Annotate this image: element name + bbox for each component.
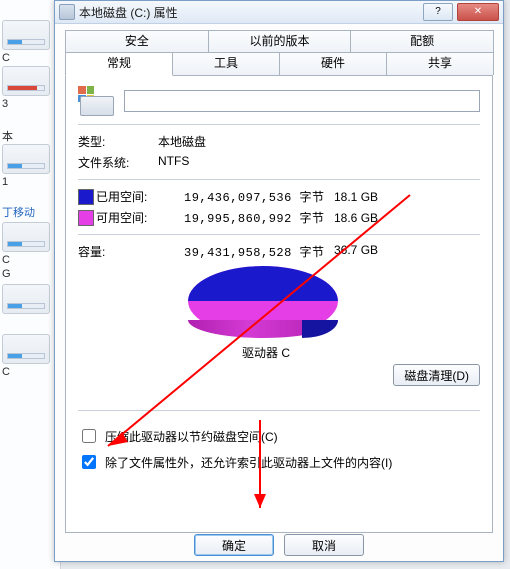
compress-checkbox-row[interactable]: 压缩此驱动器以节约磁盘空间(C): [78, 426, 480, 446]
index-checkbox-row[interactable]: 除了文件属性外，还允许索引此驱动器上文件的内容(I): [78, 452, 480, 472]
free-gb: 18.6 GB: [334, 211, 394, 225]
tab-previous-versions[interactable]: 以前的版本: [208, 30, 352, 53]
capacity-label: 容量:: [78, 243, 184, 260]
ok-button[interactable]: 确定: [194, 534, 274, 556]
usage-pie-chart: 驱动器 C: [78, 266, 480, 354]
used-swatch: [78, 189, 94, 205]
tab-general[interactable]: 常规: [65, 52, 173, 76]
tab-row-secondary: 安全 以前的版本 配额: [65, 30, 493, 53]
used-gb: 18.1 GB: [334, 190, 394, 204]
drive-titlebar-icon: [59, 4, 75, 20]
capacity-bytes: 39,431,958,528 字节: [184, 243, 334, 260]
tab-row-primary: 常规 工具 硬件 共享: [65, 52, 493, 76]
capacity-gb: 36.7 GB: [334, 243, 394, 260]
type-value: 本地磁盘: [158, 133, 480, 150]
filesystem-value: NTFS: [158, 154, 480, 171]
tab-quota[interactable]: 配额: [350, 30, 494, 53]
drive-icon: [78, 86, 114, 116]
tab-tools[interactable]: 工具: [172, 52, 280, 75]
general-panel: 类型: 本地磁盘 文件系统: NTFS 已用空间: 19,436,097,536…: [65, 75, 493, 533]
compress-checkbox[interactable]: [82, 429, 96, 443]
filesystem-label: 文件系统:: [78, 154, 158, 171]
type-label: 类型:: [78, 133, 158, 150]
free-label: 可用空间:: [96, 209, 184, 226]
used-bytes: 19,436,097,536 字节: [184, 188, 334, 205]
disk-cleanup-button[interactable]: 磁盘清理(D): [393, 364, 480, 386]
pie-caption: 驱动器 C: [242, 344, 290, 361]
tab-security[interactable]: 安全: [65, 30, 209, 53]
properties-dialog: 本地磁盘 (C:) 属性 ? ✕ 安全 以前的版本 配额 常规 工具 硬件 共享: [54, 0, 504, 562]
cancel-button[interactable]: 取消: [284, 534, 364, 556]
close-button[interactable]: ✕: [457, 3, 499, 21]
tab-sharing[interactable]: 共享: [386, 52, 494, 75]
free-swatch: [78, 210, 94, 226]
drive-label-input[interactable]: [124, 90, 480, 112]
dialog-footer: 确定 取消: [55, 534, 503, 556]
used-label: 已用空间:: [96, 188, 184, 205]
window-title: 本地磁盘 (C:) 属性: [79, 4, 178, 21]
compress-label: 压缩此驱动器以节约磁盘空间(C): [105, 428, 278, 445]
free-bytes: 19,995,860,992 字节: [184, 209, 334, 226]
background-explorer-strip: C 3 本 1 丁移动 C G C: [0, 0, 61, 569]
index-checkbox[interactable]: [82, 455, 96, 469]
titlebar[interactable]: 本地磁盘 (C:) 属性 ? ✕: [55, 1, 503, 24]
index-label: 除了文件属性外，还允许索引此驱动器上文件的内容(I): [105, 454, 392, 471]
tab-hardware[interactable]: 硬件: [279, 52, 387, 75]
help-button[interactable]: ?: [423, 3, 453, 21]
